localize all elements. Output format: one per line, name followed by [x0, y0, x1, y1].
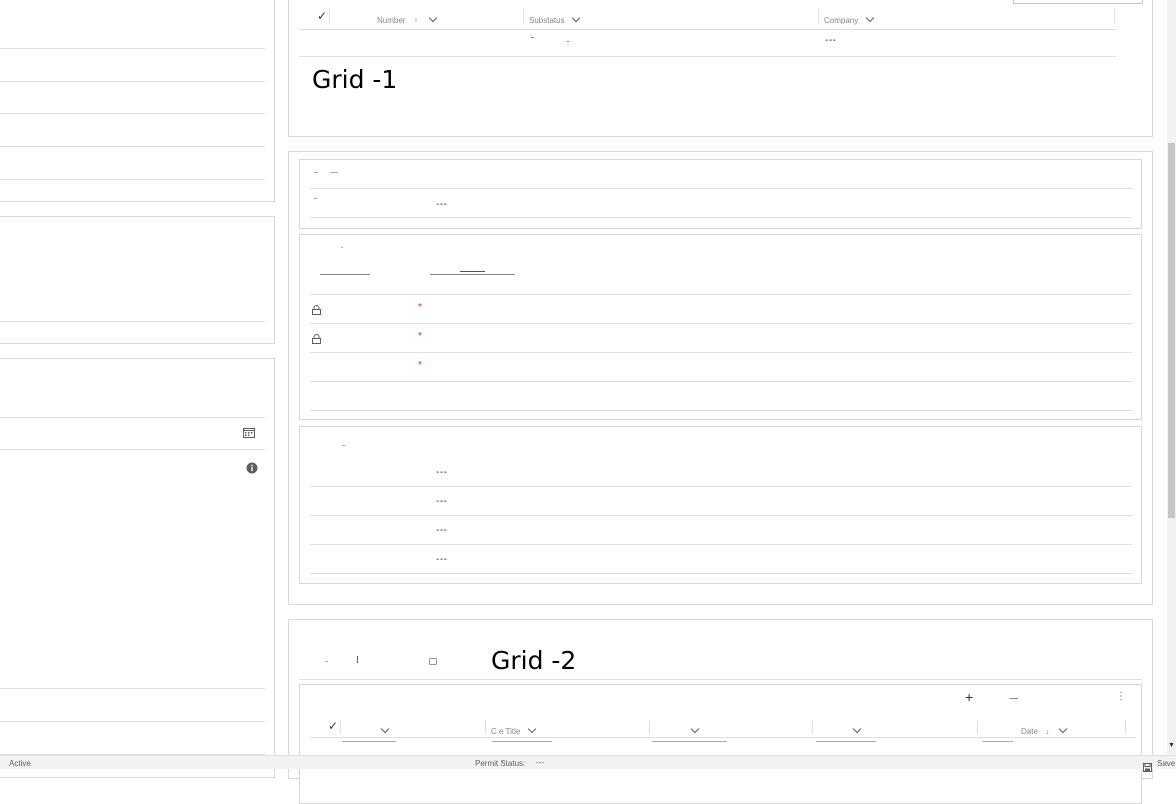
grid1-column-substatus[interactable]: Substatus	[529, 10, 581, 28]
left-panel-top	[0, 0, 275, 202]
grid2-header: ✓ C e Title Date ↓	[310, 719, 1136, 737]
grid1-column-company-label: Company	[824, 16, 859, 25]
grid1-column-number[interactable]: Number ↑	[377, 10, 438, 28]
grid1-select-all-checkmark-icon[interactable]: ✓	[317, 9, 327, 23]
lock-icon	[312, 331, 321, 344]
status-bar: Active Permit Status: --- Save	[0, 755, 1176, 772]
permit-status-value: ---	[536, 758, 544, 767]
page-scrollbar[interactable]: ▼	[1167, 0, 1176, 755]
chevron-down-icon	[571, 13, 581, 23]
save-icon	[1143, 759, 1152, 772]
grid1-row[interactable]: ---	[299, 30, 1116, 56]
save-label: Save	[1157, 759, 1176, 768]
grid1-header: ✓ Number ↑ Substatus Company	[299, 7, 1115, 29]
page-scrollbar-thumb[interactable]	[1168, 143, 1175, 518]
chevron-down-icon	[429, 13, 438, 23]
scroll-down-icon[interactable]: ▼	[1168, 742, 1175, 749]
info-icon[interactable]	[246, 461, 258, 474]
grid2-subgrid: + ⋮ ✓ C e Title Date ↓	[299, 684, 1142, 804]
calendar-icon[interactable]	[243, 425, 255, 438]
plus-icon[interactable]: +	[965, 689, 973, 705]
chevron-down-icon	[690, 724, 700, 734]
grid2-column-title-label: C e Title	[491, 727, 521, 736]
grid1-column-company[interactable]: Company	[824, 10, 874, 28]
section-c: --- --- --- ---	[299, 426, 1142, 584]
grid2-column-date-label: Date	[1021, 727, 1038, 736]
sort-descending-icon: ↓	[1045, 727, 1050, 736]
sort-ascending-icon: ↑	[413, 16, 418, 25]
chevron-down-icon	[852, 724, 862, 734]
required-indicator: *	[418, 360, 422, 371]
grid2-checkbox[interactable]	[429, 658, 437, 665]
grid1-column-number-label: Number	[377, 16, 406, 25]
grid1-search-box[interactable]	[1013, 0, 1143, 4]
chevron-down-icon	[527, 724, 537, 734]
left-panel-bottom	[0, 358, 275, 778]
section-c-value-1: ---	[436, 467, 448, 478]
permit-status-label: Permit Status:	[475, 759, 526, 768]
lock-icon	[312, 302, 321, 315]
chevron-down-icon	[380, 724, 390, 734]
grid1-label: Grid -1	[312, 65, 398, 94]
grid1-column-substatus-label: Substatus	[529, 16, 565, 25]
form-panel: --- * * * --- --- --- ---	[288, 151, 1153, 605]
grid1-panel: ✓ Number ↑ Substatus Company --- Grid -1	[288, 0, 1153, 137]
record-status: Active	[9, 759, 31, 768]
chevron-down-icon	[1058, 724, 1068, 734]
chevron-down-icon	[865, 13, 874, 23]
section-c-value-3: ---	[436, 525, 448, 536]
section-b: * * *	[299, 234, 1142, 420]
required-indicator: *	[418, 331, 422, 342]
left-panel-middle	[0, 216, 275, 344]
grid1-row-company: ---	[825, 35, 837, 46]
required-indicator: *	[418, 302, 422, 313]
more-icon[interactable]: ⋮	[1116, 691, 1126, 702]
grid2-label: Grid -2	[491, 646, 577, 675]
section-a: ---	[299, 159, 1142, 229]
grid2-select-all-checkmark-icon[interactable]: ✓	[328, 719, 338, 733]
section-a-value: ---	[436, 199, 448, 210]
section-c-value-2: ---	[436, 496, 448, 507]
section-c-value-4: ---	[436, 554, 448, 565]
